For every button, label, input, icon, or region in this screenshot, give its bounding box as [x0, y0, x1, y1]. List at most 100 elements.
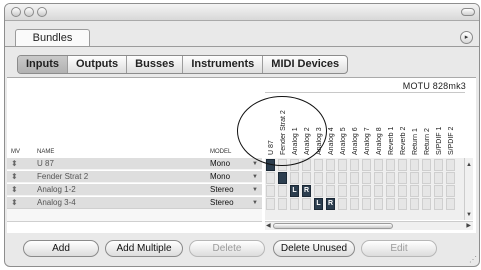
grid-cell[interactable] — [386, 185, 395, 197]
list-item[interactable]: ⬍ Analog 1-2 Stereo ▼ — [7, 184, 262, 196]
grid-cell[interactable] — [374, 172, 383, 184]
grid-cell[interactable] — [422, 172, 431, 184]
grid-cell-assigned[interactable]: L — [314, 198, 323, 210]
grid-cell[interactable] — [290, 159, 299, 171]
grid-cell[interactable] — [422, 198, 431, 210]
grid-cell[interactable] — [278, 198, 287, 210]
grid-cell[interactable] — [362, 185, 371, 197]
grid-cell[interactable] — [410, 185, 419, 197]
grid-cell[interactable] — [446, 172, 455, 184]
grid-cell[interactable] — [266, 185, 275, 197]
resize-grip-icon[interactable]: ⋰ — [469, 255, 477, 264]
grid-cell[interactable] — [422, 159, 431, 171]
segment-inputs[interactable]: Inputs — [18, 56, 68, 73]
grid-cell-assigned[interactable]: R — [302, 185, 311, 197]
scroll-left-arrow-icon[interactable]: ◀ — [266, 222, 271, 229]
grid-cell[interactable] — [338, 198, 347, 210]
grid-cell[interactable] — [398, 159, 407, 171]
grid-cell[interactable] — [434, 172, 443, 184]
grid-cell[interactable] — [386, 198, 395, 210]
segment-midi-devices[interactable]: MIDI Devices — [263, 56, 347, 73]
grid-cell[interactable] — [374, 185, 383, 197]
add-button[interactable]: Add — [23, 240, 99, 257]
chevron-down-icon[interactable]: ▼ — [252, 184, 258, 196]
drag-handle-icon[interactable]: ⬍ — [11, 184, 18, 196]
grid-cell[interactable] — [434, 185, 443, 197]
bundle-name[interactable]: Fender Strat 2 — [37, 171, 88, 183]
column-header-name[interactable]: NAME — [37, 149, 54, 155]
delete-button[interactable]: Delete — [189, 240, 265, 257]
horizontal-scroll-thumb[interactable] — [273, 223, 393, 229]
close-window-button[interactable] — [11, 7, 21, 17]
column-header-model[interactable]: MODEL — [210, 149, 231, 155]
grid-cell[interactable] — [434, 159, 443, 171]
grid-cell[interactable] — [314, 159, 323, 171]
bundle-name[interactable]: U 87 — [37, 158, 54, 170]
grid-cell[interactable] — [422, 185, 431, 197]
grid-cell[interactable] — [374, 198, 383, 210]
grid-cell[interactable] — [434, 198, 443, 210]
grid-cell[interactable] — [302, 172, 311, 184]
scroll-up-arrow-icon[interactable]: ▲ — [466, 162, 472, 168]
grid-cell[interactable] — [302, 198, 311, 210]
drag-handle-icon[interactable]: ⬍ — [11, 171, 18, 183]
grid-cell[interactable] — [398, 185, 407, 197]
grid-cell-assigned[interactable] — [278, 172, 287, 184]
grid-cell[interactable] — [410, 159, 419, 171]
grid-cell[interactable] — [362, 172, 371, 184]
grid-cell[interactable] — [446, 159, 455, 171]
column-header-mv[interactable]: MV — [11, 149, 20, 155]
toolbar-toggle-button[interactable] — [461, 8, 475, 16]
segment-busses[interactable]: Busses — [127, 56, 184, 73]
bundle-model[interactable]: Stereo — [210, 184, 234, 196]
zoom-window-button[interactable] — [37, 7, 47, 17]
grid-cell[interactable] — [350, 185, 359, 197]
grid-cell[interactable] — [362, 198, 371, 210]
grid-cell[interactable] — [338, 159, 347, 171]
grid-cell-assigned[interactable]: L — [290, 185, 299, 197]
horizontal-scrollbar[interactable]: ◀ ▶ — [265, 221, 473, 230]
grid-cell[interactable] — [386, 159, 395, 171]
bundle-model[interactable]: Mono — [210, 171, 230, 183]
grid-cell[interactable] — [350, 198, 359, 210]
grid-cell-assigned[interactable] — [266, 159, 275, 171]
grid-cell[interactable] — [314, 172, 323, 184]
vertical-scrollbar[interactable]: ▲ ▼ — [464, 158, 473, 220]
grid-cell[interactable] — [326, 159, 335, 171]
grid-cell[interactable] — [410, 172, 419, 184]
grid-cell[interactable] — [278, 185, 287, 197]
grid-cell[interactable] — [290, 172, 299, 184]
scroll-down-arrow-icon[interactable]: ▼ — [466, 212, 472, 218]
grid-cell[interactable] — [410, 198, 419, 210]
segment-outputs[interactable]: Outputs — [68, 56, 128, 73]
minimize-window-button[interactable] — [24, 7, 34, 17]
bundle-name[interactable]: Analog 1-2 — [37, 184, 76, 196]
grid-cell[interactable] — [302, 159, 311, 171]
drag-handle-icon[interactable]: ⬍ — [11, 158, 18, 170]
segment-instruments[interactable]: Instruments — [183, 56, 264, 73]
tab-bundles[interactable]: Bundles — [15, 29, 90, 47]
grid-cell[interactable] — [338, 185, 347, 197]
grid-cell[interactable] — [326, 185, 335, 197]
grid-cell[interactable] — [362, 159, 371, 171]
grid-cell[interactable] — [266, 198, 275, 210]
grid-cell[interactable] — [338, 172, 347, 184]
chevron-right-icon[interactable]: ▸ — [460, 31, 473, 44]
list-item[interactable]: ⬍ Fender Strat 2 Mono ▼ — [7, 171, 262, 183]
chevron-down-icon[interactable]: ▼ — [252, 171, 258, 183]
grid-cell[interactable] — [398, 198, 407, 210]
edit-button[interactable]: Edit — [361, 240, 437, 257]
grid-cell[interactable] — [350, 172, 359, 184]
grid-cell[interactable] — [290, 198, 299, 210]
grid-cell[interactable] — [398, 172, 407, 184]
grid-cell[interactable] — [278, 159, 287, 171]
grid-cell-assigned[interactable]: R — [326, 198, 335, 210]
grid-cell[interactable] — [266, 172, 275, 184]
grid-cell[interactable] — [386, 172, 395, 184]
grid-cell[interactable] — [446, 198, 455, 210]
delete-unused-button[interactable]: Delete Unused — [273, 240, 355, 257]
grid-cell[interactable] — [446, 185, 455, 197]
scroll-right-arrow-icon[interactable]: ▶ — [466, 222, 471, 229]
grid-cell[interactable] — [374, 159, 383, 171]
grid-cell[interactable] — [326, 172, 335, 184]
